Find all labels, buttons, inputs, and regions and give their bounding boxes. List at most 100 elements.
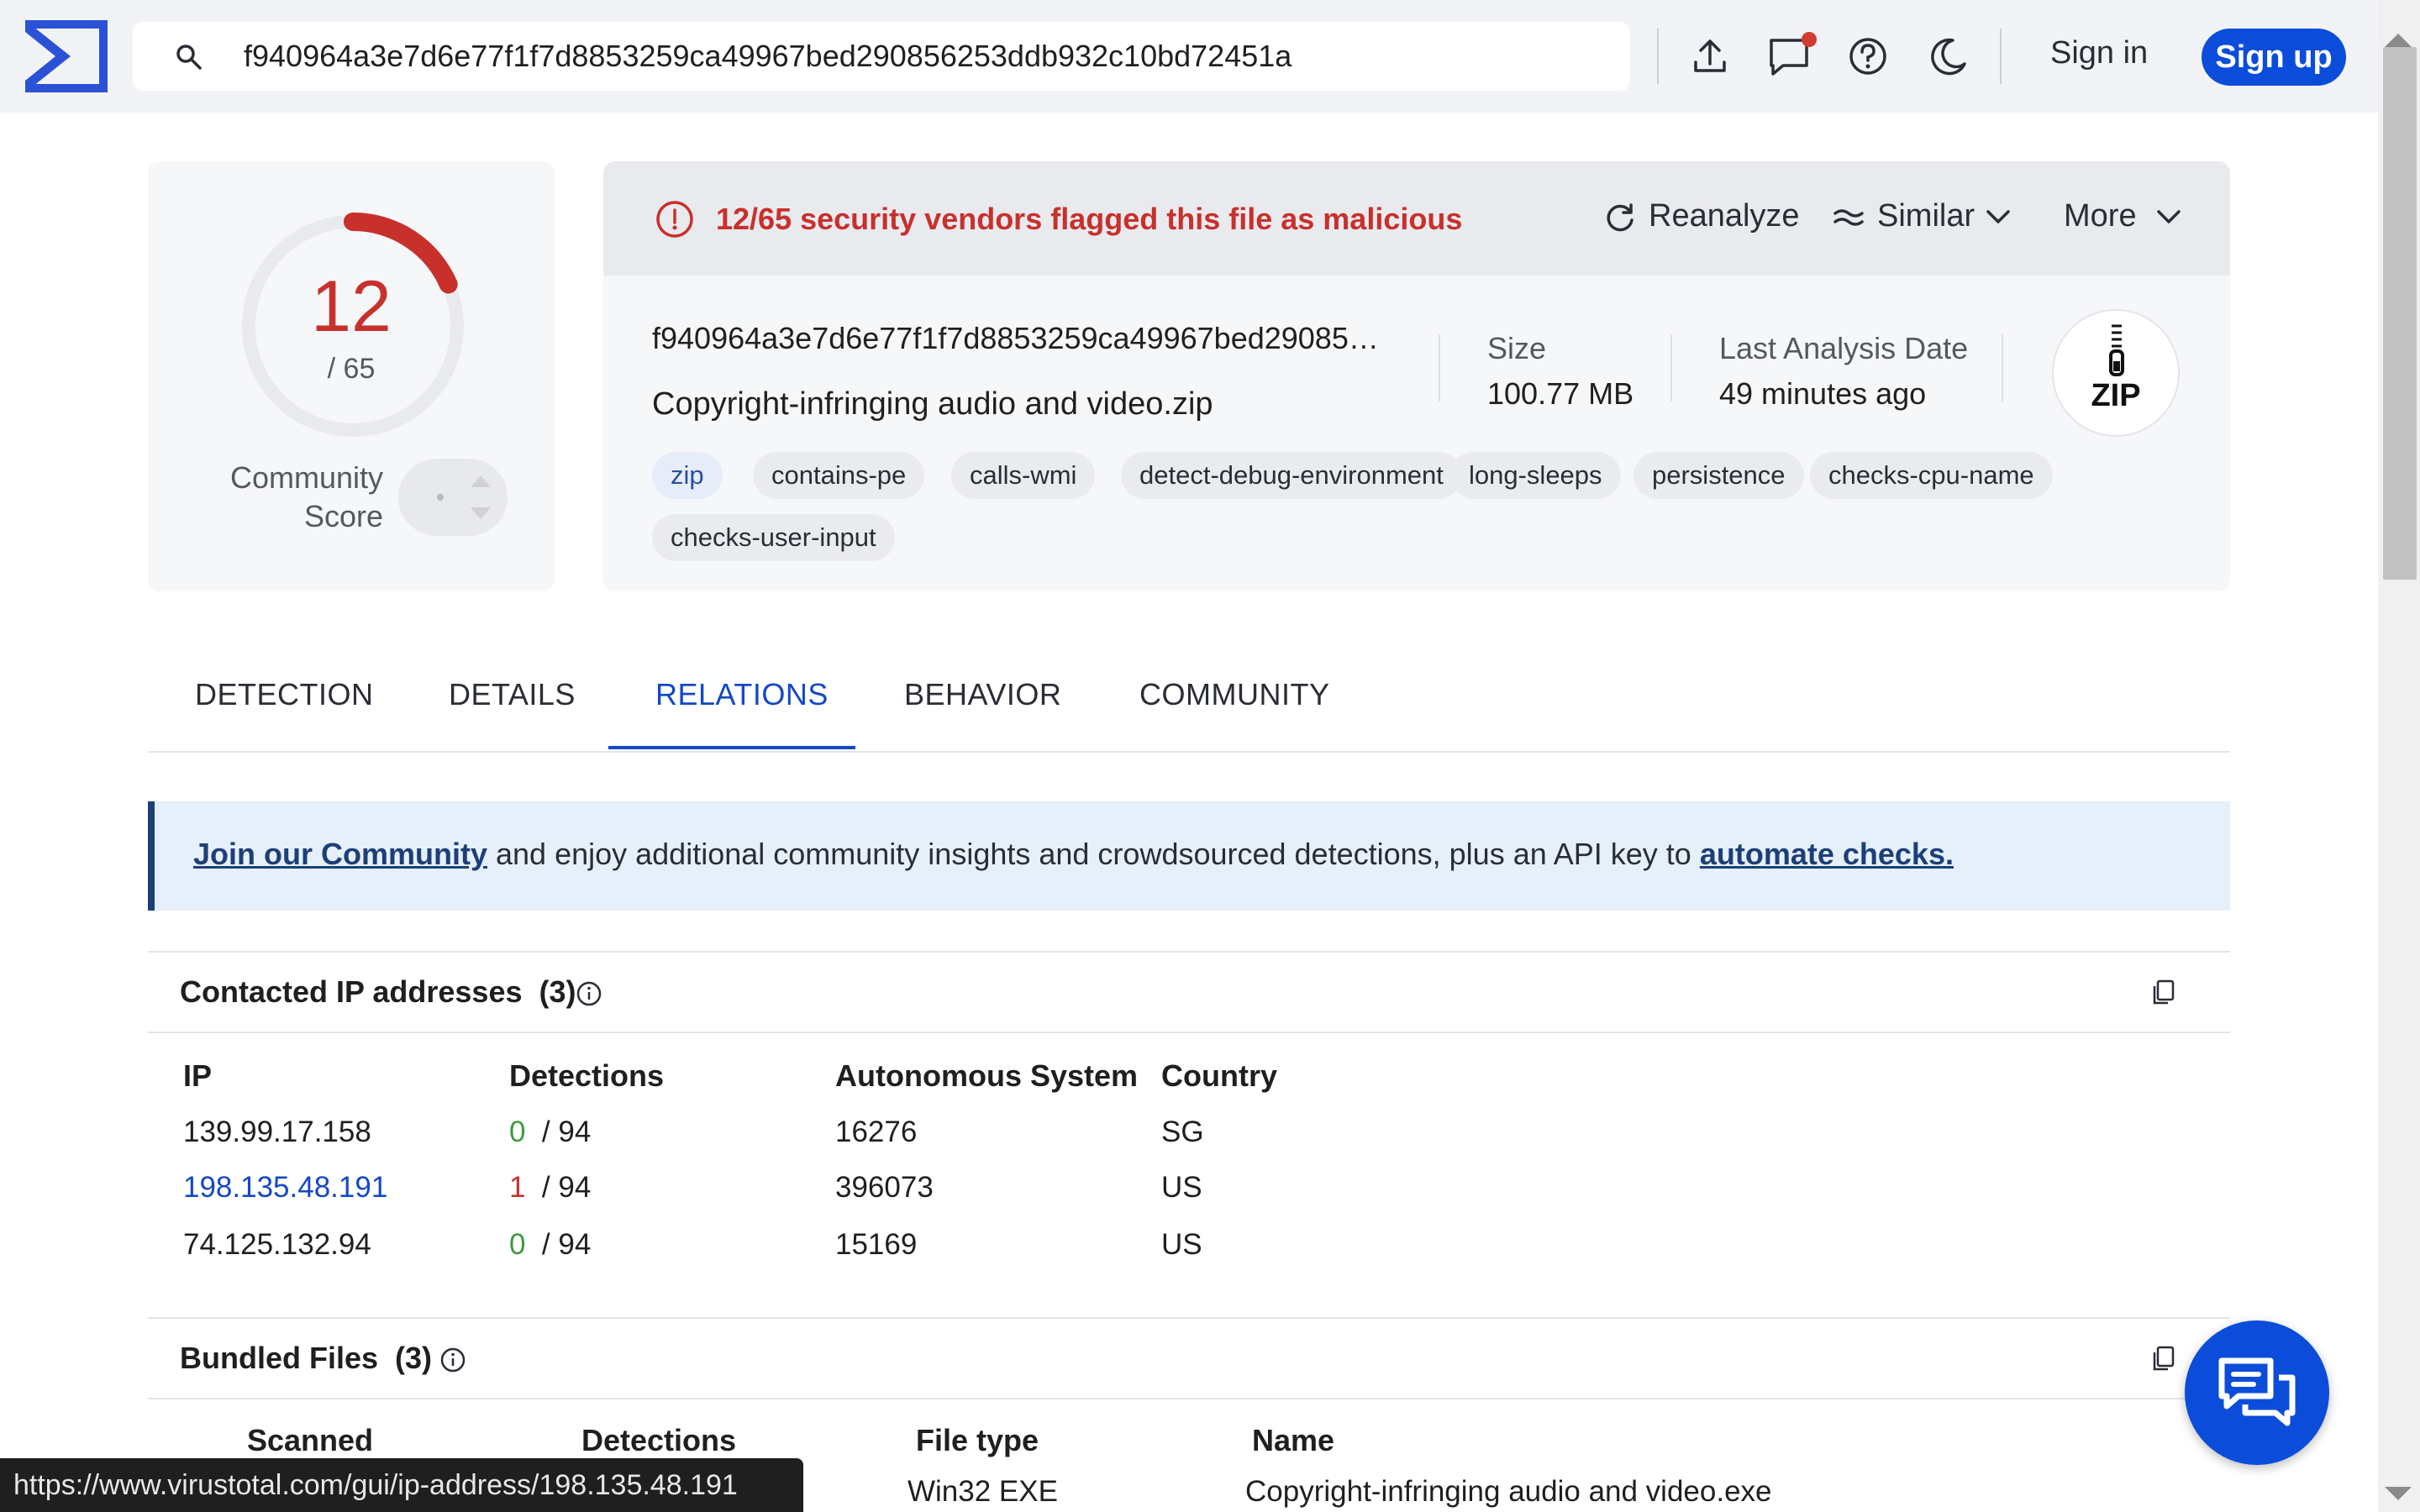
bundled-file-name[interactable]: Copyright-infringing audio and video.exe [1245, 1475, 1772, 1509]
section-divider [148, 951, 2230, 953]
alert-circle-icon [656, 201, 693, 238]
tab-community[interactable]: COMMUNITY [1139, 677, 1329, 712]
detection-ratio: 1 / 94 [509, 1171, 592, 1204]
meta-separator [1670, 334, 1672, 402]
scroll-up-arrow[interactable] [2385, 34, 2412, 47]
asn-value: 396073 [835, 1171, 934, 1204]
ip-address[interactable]: 139.99.17.158 [183, 1116, 371, 1149]
last-analysis-value: 49 minutes ago [1719, 376, 1927, 411]
tab-behavior[interactable]: BEHAVIOR [904, 677, 1061, 712]
section-divider [148, 1032, 2230, 1033]
detection-ratio: 0 / 94 [509, 1228, 592, 1261]
notification-dot [1802, 32, 1817, 47]
size-label: Size [1487, 331, 1547, 365]
more-dropdown[interactable]: More [2064, 198, 2184, 234]
help-icon[interactable] [1844, 32, 1892, 81]
info-icon[interactable] [575, 979, 603, 1008]
detection-count: 12 [311, 266, 392, 347]
tag-chip[interactable]: detect-debug-environment [1121, 452, 1462, 499]
malicious-alert-text: 12/65 security vendors flagged this file… [716, 202, 1463, 236]
ip-address[interactable]: 74.125.132.94 [183, 1228, 371, 1262]
chevron-down-icon [1986, 209, 2010, 223]
detection-score-card: 12 / 65 Community Score [148, 161, 555, 591]
tag-chip[interactable]: calls-wmi [951, 452, 1096, 499]
refresh-icon [1607, 202, 1634, 231]
country-value: SG [1161, 1116, 1204, 1148]
score-dot [437, 494, 444, 501]
sign-in-link[interactable]: Sign in [2050, 35, 2148, 71]
vote-up-icon[interactable] [471, 475, 491, 487]
file-type-badge: ZIP [2052, 309, 2180, 437]
column-header-detections: Detections [581, 1423, 737, 1457]
contacted-ips-title: Contacted IP addresses (3) [180, 974, 576, 1009]
community-banner: Join our Community and enjoy additional … [148, 801, 2230, 911]
column-header-asn: Autonomous System [835, 1058, 1139, 1093]
vote-down-icon[interactable] [471, 507, 491, 519]
tag-chip[interactable]: long-sleeps [1450, 452, 1621, 499]
meta-separator [1439, 334, 1440, 402]
country-value: US [1161, 1228, 1202, 1261]
column-header-file-type: File type [916, 1423, 1039, 1457]
column-header-detections: Detections [509, 1058, 665, 1093]
tabs-divider [148, 751, 2230, 753]
top-bar: Sign in Sign up [0, 0, 2378, 113]
upload-icon[interactable] [1686, 32, 1734, 81]
similar-icon [1833, 208, 1864, 226]
search-icon [176, 45, 202, 70]
bundled-files-title: Bundled Files (3) [180, 1341, 433, 1375]
tab-details[interactable]: DETAILS [449, 677, 576, 712]
community-score-label: Community Score [229, 460, 383, 533]
virustotal-logo[interactable] [22, 17, 111, 96]
tag-chip[interactable]: zip [652, 452, 723, 499]
search-input[interactable] [244, 34, 1588, 79]
community-score-vote[interactable] [398, 459, 508, 536]
tag-chip[interactable]: persistence [1634, 452, 1804, 499]
tag-chip[interactable]: checks-cpu-name [1810, 452, 2053, 499]
tab-detection[interactable]: DETECTION [195, 677, 374, 712]
join-community-link[interactable]: Join our Community [193, 837, 487, 871]
section-divider [148, 1398, 2230, 1399]
info-icon[interactable] [439, 1346, 467, 1374]
asn-value: 15169 [835, 1228, 918, 1261]
toolbar-separator [2000, 29, 2002, 84]
copy-icon[interactable] [2149, 1344, 2178, 1373]
alert-bar: 12/65 security vendors flagged this file… [603, 161, 2230, 276]
tab-relations[interactable]: RELATIONS [655, 677, 829, 712]
chat-icon [2218, 1357, 2296, 1426]
automate-checks-link[interactable]: automate checks. [1700, 837, 1954, 871]
detection-ratio: 0 / 94 [509, 1116, 592, 1148]
scrollbar-thumb[interactable] [2383, 47, 2417, 580]
banner-text: Join our Community and enjoy additional … [193, 837, 1954, 871]
reanalyze-button[interactable]: Reanalyze [1603, 198, 1800, 234]
meta-separator [2002, 334, 2003, 402]
tag-chip[interactable]: contains-pe [753, 452, 925, 499]
scroll-down-arrow[interactable] [2385, 1487, 2412, 1500]
size-value: 100.77 MB [1487, 376, 1634, 411]
column-header-scanned: Scanned [247, 1423, 374, 1457]
column-header-name: Name [1252, 1423, 1335, 1457]
file-type-value: Win32 EXE [908, 1475, 1058, 1508]
zip-label: ZIP [2091, 378, 2141, 413]
chat-button[interactable] [2185, 1320, 2329, 1465]
active-tab-indicator [608, 746, 855, 749]
toolbar-separator [1657, 29, 1659, 84]
file-summary-card: 12/65 security vendors flagged this file… [603, 161, 2230, 591]
copy-icon[interactable] [2149, 978, 2178, 1006]
asn-value: 16276 [835, 1116, 918, 1148]
tag-chip[interactable]: checks-user-input [652, 514, 895, 561]
country-value: US [1161, 1171, 1202, 1204]
link-status-bar: https://www.virustotal.com/gui/ip-addres… [0, 1458, 803, 1512]
search-box[interactable] [133, 22, 1630, 91]
chevron-down-icon [2156, 209, 2181, 223]
last-analysis-label: Last Analysis Date [1719, 331, 1969, 365]
file-name: Copyright-infringing audio and video.zip [652, 386, 1213, 422]
ip-address[interactable]: 198.135.48.191 [183, 1171, 387, 1205]
column-header-country: Country [1161, 1058, 1277, 1093]
similar-dropdown[interactable]: Similar [1832, 198, 2013, 234]
section-divider [148, 1317, 2230, 1319]
zip-file-icon [2109, 324, 2124, 376]
dark-mode-icon[interactable] [1924, 32, 1973, 81]
column-header-ip: IP [183, 1058, 213, 1093]
sign-up-button[interactable]: Sign up [2202, 29, 2346, 86]
file-hash[interactable]: f940964a3e7d6e77f1f7d8853259ca49967bed29… [652, 321, 1392, 356]
